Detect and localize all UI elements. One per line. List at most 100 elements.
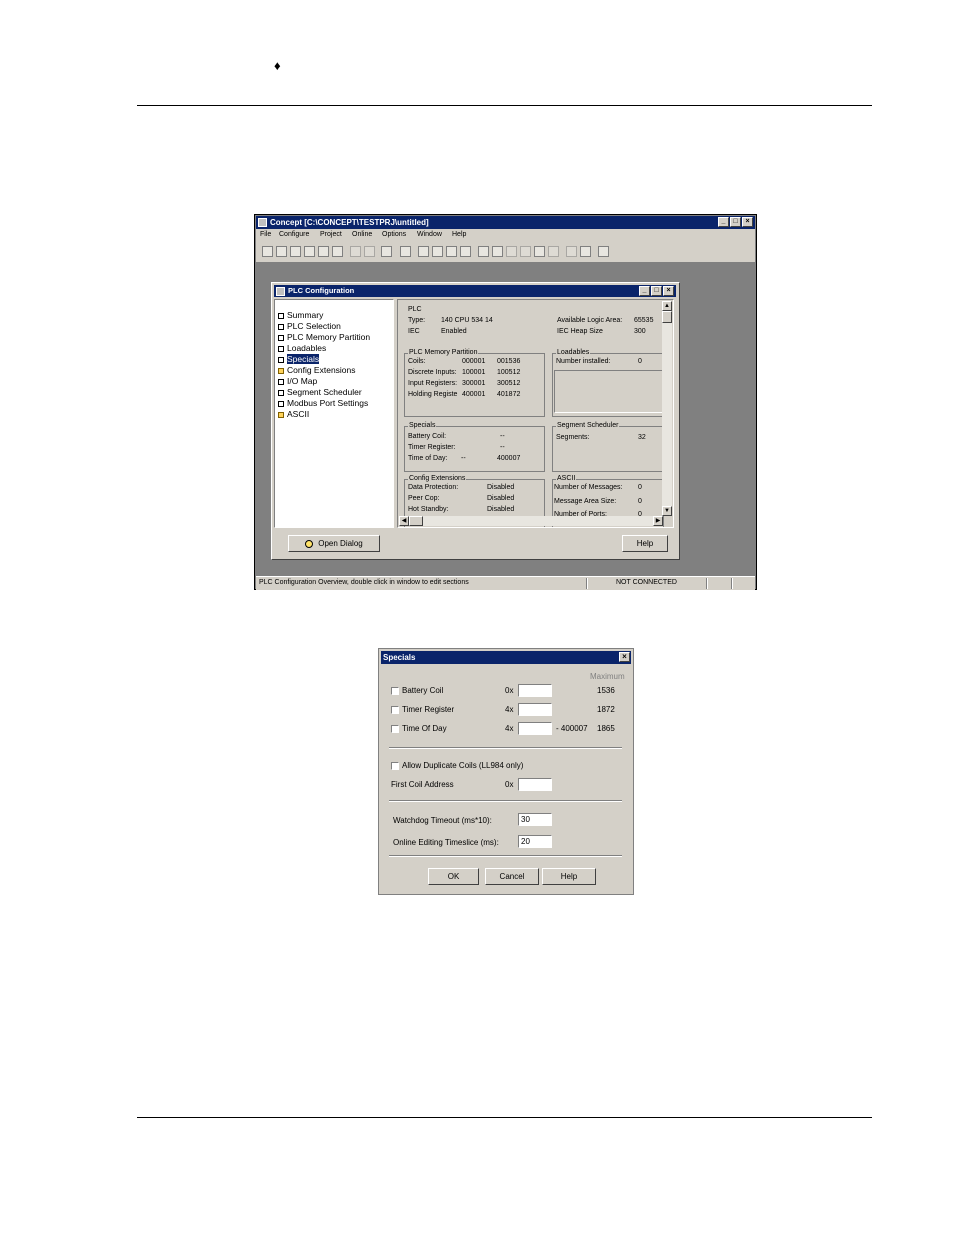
scroll-down-icon[interactable]: ▼ xyxy=(662,506,672,516)
open-dialog-button[interactable]: Open Dialog xyxy=(288,535,380,552)
help-button[interactable]: Help xyxy=(622,535,668,552)
timer-register-checkbox[interactable] xyxy=(391,706,399,714)
minimize-icon[interactable]: _ xyxy=(718,217,729,227)
network-icon[interactable] xyxy=(432,246,443,257)
document-icon xyxy=(278,389,284,396)
document-icon xyxy=(278,312,284,319)
menu-online[interactable]: Online xyxy=(352,231,372,238)
menu-configure[interactable]: Configure xyxy=(279,231,309,238)
clock-icon[interactable] xyxy=(598,246,609,257)
keyboard-icon[interactable] xyxy=(566,246,577,257)
save-icon[interactable] xyxy=(290,246,301,257)
input-registers-label: Input Registers: xyxy=(408,380,458,387)
scroll-right-icon[interactable]: ▶ xyxy=(653,516,663,526)
footer-rule xyxy=(137,1117,872,1118)
new-file-icon[interactable] xyxy=(262,246,273,257)
plc-icon[interactable] xyxy=(400,246,411,257)
menu-project[interactable]: Project xyxy=(320,231,342,238)
transfer-icon[interactable] xyxy=(446,246,457,257)
allow-duplicate-coils-checkbox[interactable] xyxy=(391,762,399,770)
vertical-scrollbar[interactable]: ▲ ▼ xyxy=(662,301,672,516)
watchdog-timeout-input[interactable] xyxy=(518,813,552,826)
tree-item-modbus-port[interactable]: Modbus Port Settings xyxy=(278,398,368,408)
menu-window[interactable]: Window xyxy=(417,231,442,238)
config-tree: Summary PLC Selection PLC Memory Partiti… xyxy=(274,299,394,528)
variable-icon[interactable] xyxy=(520,246,531,257)
io-icon[interactable] xyxy=(418,246,429,257)
specials-titlebar[interactable]: Specials × xyxy=(381,651,631,664)
first-coil-address-input[interactable] xyxy=(518,778,552,791)
status-text: PLC Configuration Overview, double click… xyxy=(259,579,469,586)
scroll-thumb[interactable] xyxy=(662,311,672,323)
layout-icon[interactable] xyxy=(478,246,489,257)
document-icon xyxy=(278,345,284,352)
battery-coil-max: 1536 xyxy=(597,686,615,695)
help-button[interactable]: Help xyxy=(542,868,596,885)
maximize-icon[interactable]: □ xyxy=(651,286,662,296)
input-registers-end: 300512 xyxy=(497,380,521,387)
copy-icon[interactable] xyxy=(364,246,375,257)
project-icon[interactable] xyxy=(304,246,315,257)
menu-options[interactable]: Options xyxy=(382,231,406,238)
tree-item-config-extensions[interactable]: Config Extensions xyxy=(278,365,356,375)
battery-coil-checkbox[interactable] xyxy=(391,687,399,695)
tree-item-loadables[interactable]: Loadables xyxy=(278,343,326,353)
open-file-icon[interactable] xyxy=(276,246,287,257)
editing-timeslice-input[interactable] xyxy=(518,835,552,848)
tree-item-io-map[interactable]: I/O Map xyxy=(278,376,317,386)
minimize-icon[interactable]: _ xyxy=(639,286,650,296)
segments-label: Segments: xyxy=(556,434,590,441)
section-icon[interactable] xyxy=(506,246,517,257)
hot-standby-label: Hot Standby: xyxy=(408,506,449,513)
tree-item-plc-selection[interactable]: PLC Selection xyxy=(278,321,341,331)
timer-register-value: -- xyxy=(500,444,505,451)
time-of-day-checkbox[interactable] xyxy=(391,725,399,733)
debug-icon[interactable] xyxy=(548,246,559,257)
find-icon[interactable] xyxy=(332,246,343,257)
close-icon[interactable]: × xyxy=(742,217,753,227)
module-icon[interactable] xyxy=(492,246,503,257)
paste-icon[interactable] xyxy=(381,246,392,257)
separator xyxy=(389,855,622,857)
cut-icon[interactable] xyxy=(350,246,361,257)
holding-registers-end: 401872 xyxy=(497,391,521,398)
maximize-icon[interactable]: □ xyxy=(730,217,741,227)
header-rule xyxy=(137,105,872,106)
battery-coil-input[interactable] xyxy=(518,684,552,697)
tree-item-segment-scheduler[interactable]: Segment Scheduler xyxy=(278,387,362,397)
ok-button[interactable]: OK xyxy=(428,868,479,885)
disk-icon[interactable] xyxy=(580,246,591,257)
menu-help[interactable]: Help xyxy=(452,231,466,238)
tree-item-specials[interactable]: Specials xyxy=(278,354,320,364)
data-protection-value: Disabled xyxy=(487,484,515,491)
menu-file[interactable]: File xyxy=(260,231,271,238)
tree-item-memory-partition[interactable]: PLC Memory Partition xyxy=(278,332,370,342)
tree-item-summary[interactable]: Summary xyxy=(278,310,323,320)
loadables-list[interactable] xyxy=(554,370,664,413)
timer-register-label: Timer Register xyxy=(402,705,455,714)
memory-header: PLC Memory Partition xyxy=(408,349,479,356)
animate-icon[interactable] xyxy=(534,246,545,257)
config-overview[interactable]: PLC Type: 140 CPU 534 14 IEC Enabled Ava… xyxy=(397,299,674,528)
concept-titlebar[interactable]: Concept [C:\CONCEPT\TESTPRJ\untitled] _ … xyxy=(256,216,755,229)
connect-icon[interactable] xyxy=(460,246,471,257)
cancel-button[interactable]: Cancel xyxy=(485,868,539,885)
close-icon[interactable]: × xyxy=(663,286,674,296)
help-label: Help xyxy=(636,539,654,548)
plc-config-title: PLC Configuration xyxy=(288,286,355,295)
scroll-left-icon[interactable]: ◀ xyxy=(399,516,409,526)
close-icon[interactable]: × xyxy=(619,652,630,662)
separator xyxy=(389,747,622,749)
plc-config-titlebar[interactable]: PLC Configuration _ □ × xyxy=(274,285,676,297)
ascii-messages-label: Number of Messages: xyxy=(554,484,623,491)
scroll-thumb-h[interactable] xyxy=(409,516,423,526)
timer-register-prefix: 4x xyxy=(505,705,514,714)
scroll-up-icon[interactable]: ▲ xyxy=(662,301,672,311)
time-of-day-input[interactable] xyxy=(518,722,552,735)
ok-label: OK xyxy=(447,872,460,881)
tree-icon[interactable] xyxy=(318,246,329,257)
timer-register-input[interactable] xyxy=(518,703,552,716)
horizontal-scrollbar[interactable]: ◀ ▶ xyxy=(399,516,663,526)
tree-item-ascii[interactable]: ASCII xyxy=(278,409,309,419)
plc-type-label: Type: xyxy=(408,317,426,324)
